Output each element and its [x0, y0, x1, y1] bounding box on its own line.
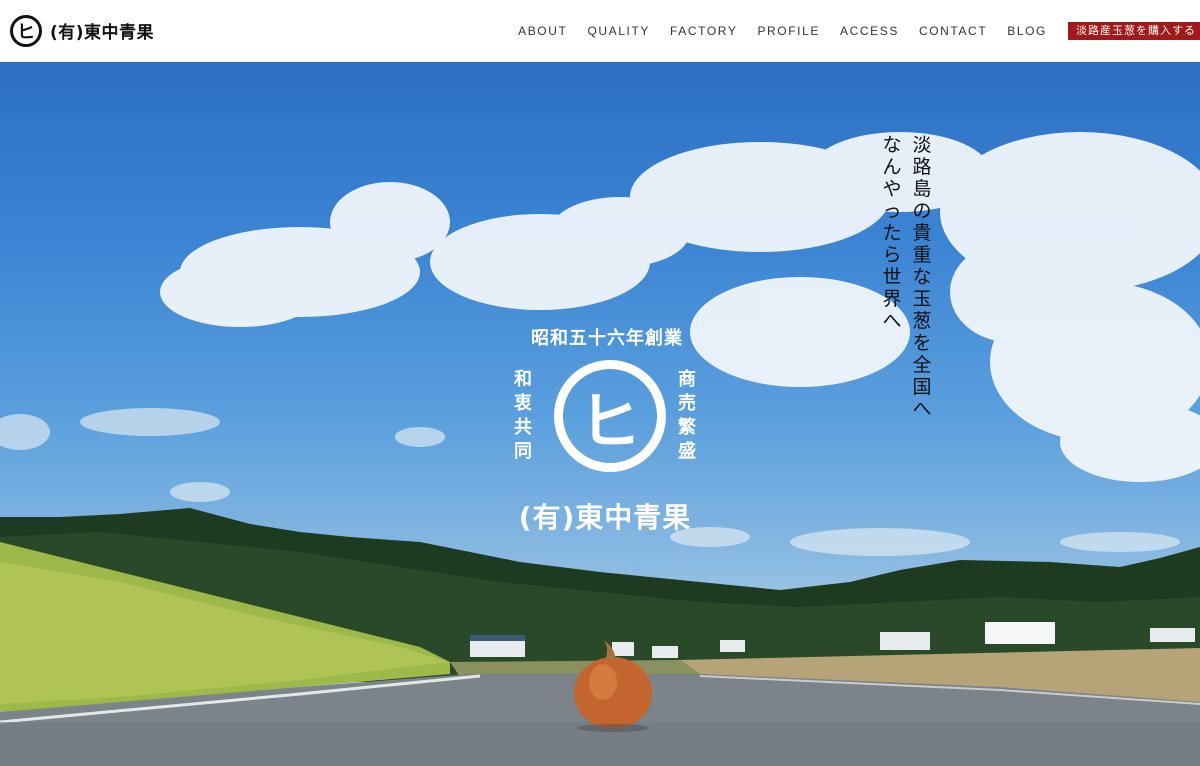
- nav-blog[interactable]: BLOG: [1007, 24, 1047, 38]
- logo-mark-icon: ヒ: [10, 14, 42, 47]
- company-emblem: 昭和五十六年創業 和衷共同 ヒ 商売繁盛 (有)東中青果: [500, 324, 710, 544]
- brand-logo[interactable]: ヒ (有)東中青果: [10, 14, 155, 47]
- emblem-left-text: 和衷共同: [514, 369, 532, 462]
- main-nav: ABOUT QUALITY FACTORY PROFILE ACCESS CON…: [518, 0, 1200, 62]
- nav-about[interactable]: ABOUT: [518, 24, 567, 38]
- site-header: ヒ (有)東中青果 ABOUT QUALITY FACTORY PROFILE …: [0, 0, 1200, 62]
- emblem-company-name: (有)東中青果: [518, 501, 692, 534]
- nav-profile[interactable]: PROFILE: [757, 24, 820, 38]
- nav-contact[interactable]: CONTACT: [919, 24, 987, 38]
- emblem-hi-icon: ヒ: [554, 360, 666, 472]
- nav-factory[interactable]: FACTORY: [670, 24, 737, 38]
- nav-quality[interactable]: QUALITY: [587, 24, 650, 38]
- buy-onion-button[interactable]: 淡路産玉葱を購入する: [1068, 22, 1200, 40]
- emblem-founding-text: 昭和五十六年創業: [531, 328, 683, 349]
- brand-name: (有)東中青果: [50, 23, 155, 43]
- hero-section: 昭和五十六年創業 和衷共同 ヒ 商売繁盛 (有)東中青果 淡路島の貴重な玉葱を全…: [0, 62, 1200, 766]
- nav-access[interactable]: ACCESS: [840, 24, 899, 38]
- tagline-line2: なんやったら世界へ: [882, 134, 902, 332]
- tagline-line1: 淡路島の貴重な玉葱を全国へ: [912, 134, 932, 420]
- emblem-right-text: 商売繁盛: [678, 369, 696, 462]
